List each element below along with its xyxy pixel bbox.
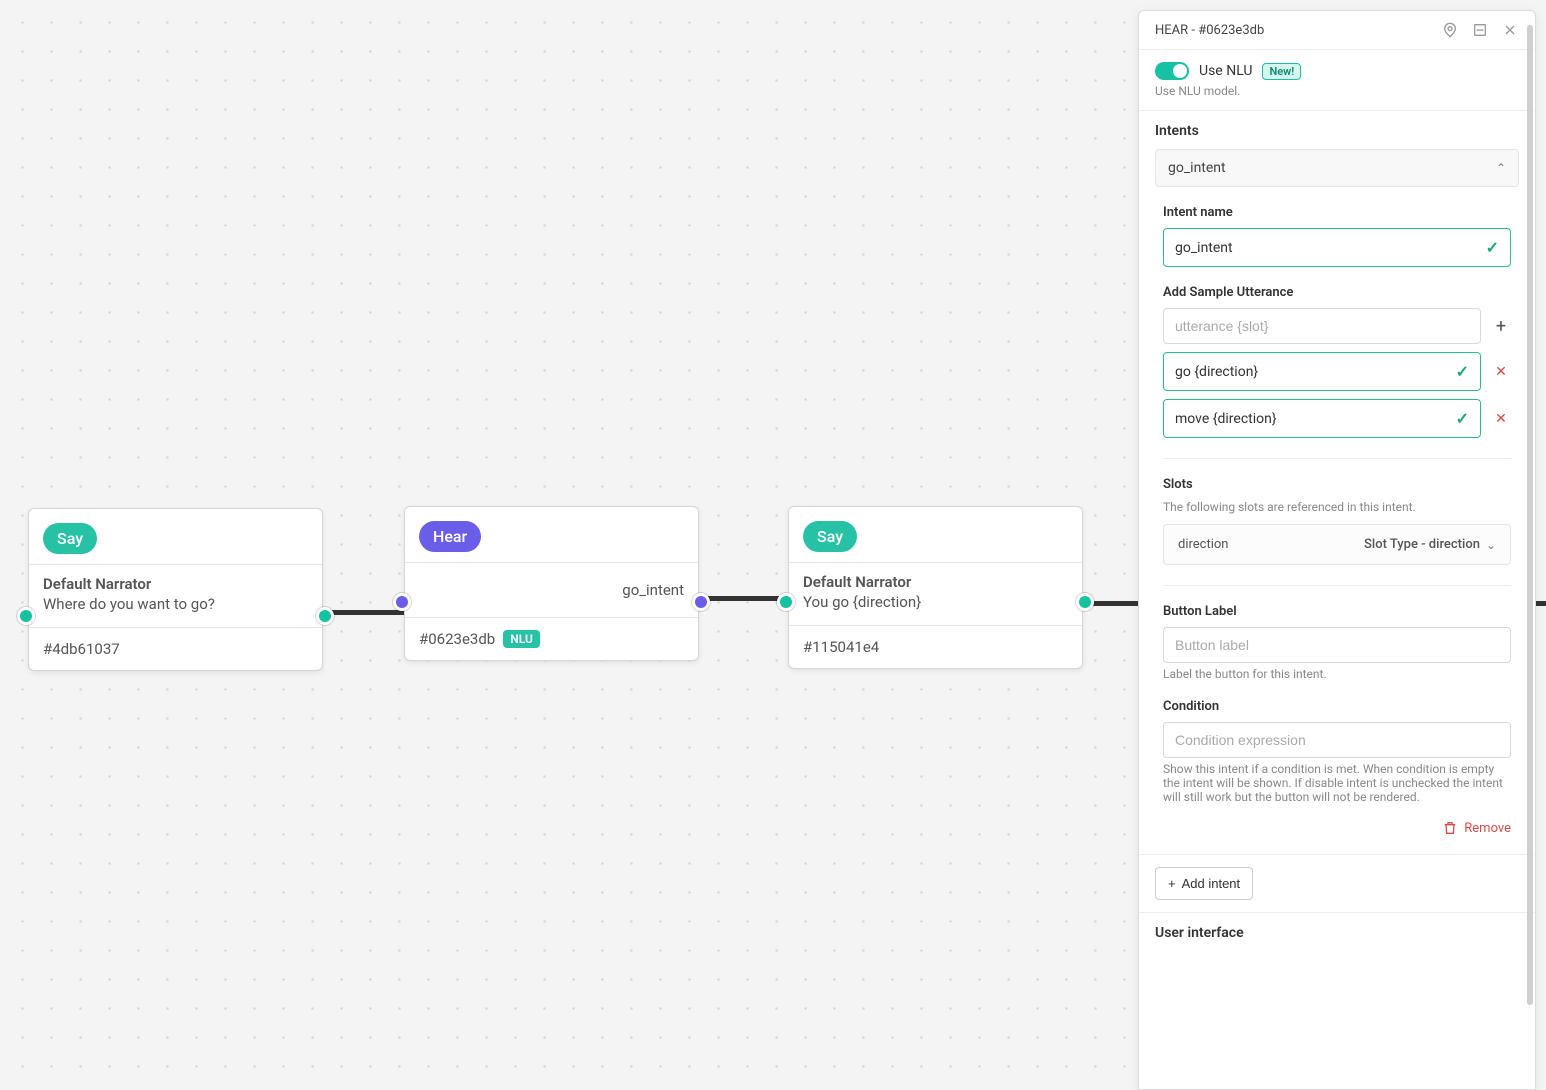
- close-icon[interactable]: [1501, 21, 1519, 39]
- check-icon: ✓: [1456, 362, 1469, 381]
- node-id: #115041e4: [803, 638, 879, 656]
- ui-section: User interface: [1139, 913, 1535, 963]
- port-in[interactable]: [17, 607, 35, 625]
- nlu-toggle[interactable]: [1155, 62, 1189, 80]
- port-out[interactable]: [316, 607, 334, 625]
- button-label-input[interactable]: [1163, 627, 1511, 663]
- chevron-down-icon: ⌄: [1486, 538, 1496, 552]
- node-say-2[interactable]: Say Default Narrator You go {direction} …: [788, 506, 1083, 669]
- intent-accordion[interactable]: go_intent ⌃: [1155, 149, 1519, 187]
- speech-line: Where do you want to go?: [43, 595, 308, 613]
- intent-name-input[interactable]: go_intent ✓: [1163, 228, 1511, 267]
- minimize-icon[interactable]: [1471, 21, 1489, 39]
- nlu-toggle-label: Use NLU: [1199, 63, 1252, 79]
- condition-hint: Show this intent if a condition is met. …: [1163, 762, 1511, 804]
- add-intent-label: Add intent: [1182, 876, 1241, 891]
- nlu-hint: Use NLU model.: [1155, 84, 1519, 98]
- trash-icon: [1442, 820, 1458, 836]
- intent-name-label: Intent name: [1163, 205, 1511, 220]
- remove-label: Remove: [1464, 821, 1511, 836]
- speaker-label: Default Narrator: [43, 575, 308, 593]
- pill-hear: Hear: [419, 521, 481, 552]
- port-in[interactable]: [777, 593, 795, 611]
- condition-header: Condition: [1163, 699, 1511, 714]
- slots-desc: The following slots are referenced in th…: [1163, 500, 1511, 514]
- pill-say: Say: [43, 523, 97, 554]
- port-out[interactable]: [1076, 593, 1094, 611]
- node-footer: #4db61037: [29, 628, 322, 670]
- utterance-item[interactable]: go {direction} ✓: [1163, 352, 1481, 391]
- slot-row[interactable]: direction Slot Type - direction ⌄: [1163, 524, 1511, 565]
- intent-details: Intent name go_intent ✓ Add Sample Utter…: [1155, 205, 1519, 854]
- utterance-label: Add Sample Utterance: [1163, 285, 1511, 300]
- intents-section: Intents go_intent ⌃ Intent name go_inten…: [1139, 111, 1535, 854]
- remove-utterance-icon[interactable]: ✕: [1491, 364, 1511, 380]
- node-header: Say: [789, 507, 1082, 563]
- inspector-panel: HEAR - #0623e3db Use NLU New! Use NLU mo…: [1138, 10, 1536, 1090]
- slots-header: Slots: [1163, 477, 1511, 492]
- chevron-up-icon: ⌃: [1496, 161, 1506, 175]
- slot-type-value: Slot Type - direction: [1364, 537, 1480, 552]
- nlu-badge: NLU: [503, 630, 540, 648]
- utterance-input[interactable]: [1163, 308, 1481, 344]
- panel-title: HEAR - #0623e3db: [1155, 23, 1441, 38]
- button-label-hint: Label the button for this intent.: [1163, 667, 1511, 681]
- node-id: #4db61037: [43, 640, 120, 658]
- node-id: #0623e3db: [419, 630, 495, 648]
- node-body: Default Narrator Where do you want to go…: [29, 565, 322, 628]
- check-icon: ✓: [1486, 238, 1499, 257]
- intent-label: go_intent: [622, 581, 684, 599]
- port-out[interactable]: [692, 593, 710, 611]
- slot-type-select[interactable]: Slot Type - direction ⌄: [1364, 537, 1496, 552]
- add-intent-button[interactable]: + Add intent: [1155, 867, 1253, 900]
- add-utterance-icon[interactable]: +: [1491, 316, 1511, 337]
- ui-header: User interface: [1155, 925, 1519, 941]
- remove-intent-button[interactable]: Remove: [1163, 820, 1511, 836]
- plus-icon: +: [1168, 876, 1176, 891]
- nlu-section: Use NLU New! Use NLU model.: [1139, 50, 1535, 111]
- panel-body: Use NLU New! Use NLU model. Intents go_i…: [1139, 50, 1535, 1089]
- intents-header: Intents: [1155, 123, 1519, 139]
- node-header: Hear: [405, 507, 698, 563]
- node-say-1[interactable]: Say Default Narrator Where do you want t…: [28, 508, 323, 671]
- node-footer: #115041e4: [789, 626, 1082, 668]
- speech-line: You go {direction}: [803, 593, 1068, 611]
- utterance-text: move {direction}: [1175, 411, 1277, 427]
- utterance-new-row: +: [1163, 308, 1511, 344]
- check-icon: ✓: [1456, 409, 1469, 428]
- speaker-label: Default Narrator: [803, 573, 1068, 591]
- button-label-header: Button Label: [1163, 604, 1511, 619]
- node-body: Default Narrator You go {direction}: [789, 563, 1082, 626]
- slot-name: direction: [1178, 537, 1228, 552]
- utterance-row-0: go {direction} ✓ ✕: [1163, 352, 1511, 391]
- new-badge: New!: [1262, 63, 1301, 80]
- utterance-item[interactable]: move {direction} ✓: [1163, 399, 1481, 438]
- pin-icon[interactable]: [1441, 21, 1459, 39]
- utterance-text: go {direction}: [1175, 364, 1258, 380]
- pill-say: Say: [803, 521, 857, 552]
- port-in[interactable]: [393, 593, 411, 611]
- intent-selected: go_intent: [1168, 160, 1226, 176]
- condition-input[interactable]: [1163, 722, 1511, 758]
- node-footer: #0623e3db NLU: [405, 618, 698, 660]
- node-body: go_intent: [405, 563, 698, 618]
- panel-header: HEAR - #0623e3db: [1139, 11, 1535, 50]
- panel-scrollbar[interactable]: [1527, 25, 1533, 1005]
- utterance-row-1: move {direction} ✓ ✕: [1163, 399, 1511, 438]
- remove-utterance-icon[interactable]: ✕: [1491, 411, 1511, 427]
- node-hear[interactable]: Hear go_intent #0623e3db NLU: [404, 506, 699, 661]
- add-intent-section: + Add intent: [1139, 854, 1535, 913]
- node-header: Say: [29, 509, 322, 565]
- intent-name-value: go_intent: [1175, 240, 1233, 256]
